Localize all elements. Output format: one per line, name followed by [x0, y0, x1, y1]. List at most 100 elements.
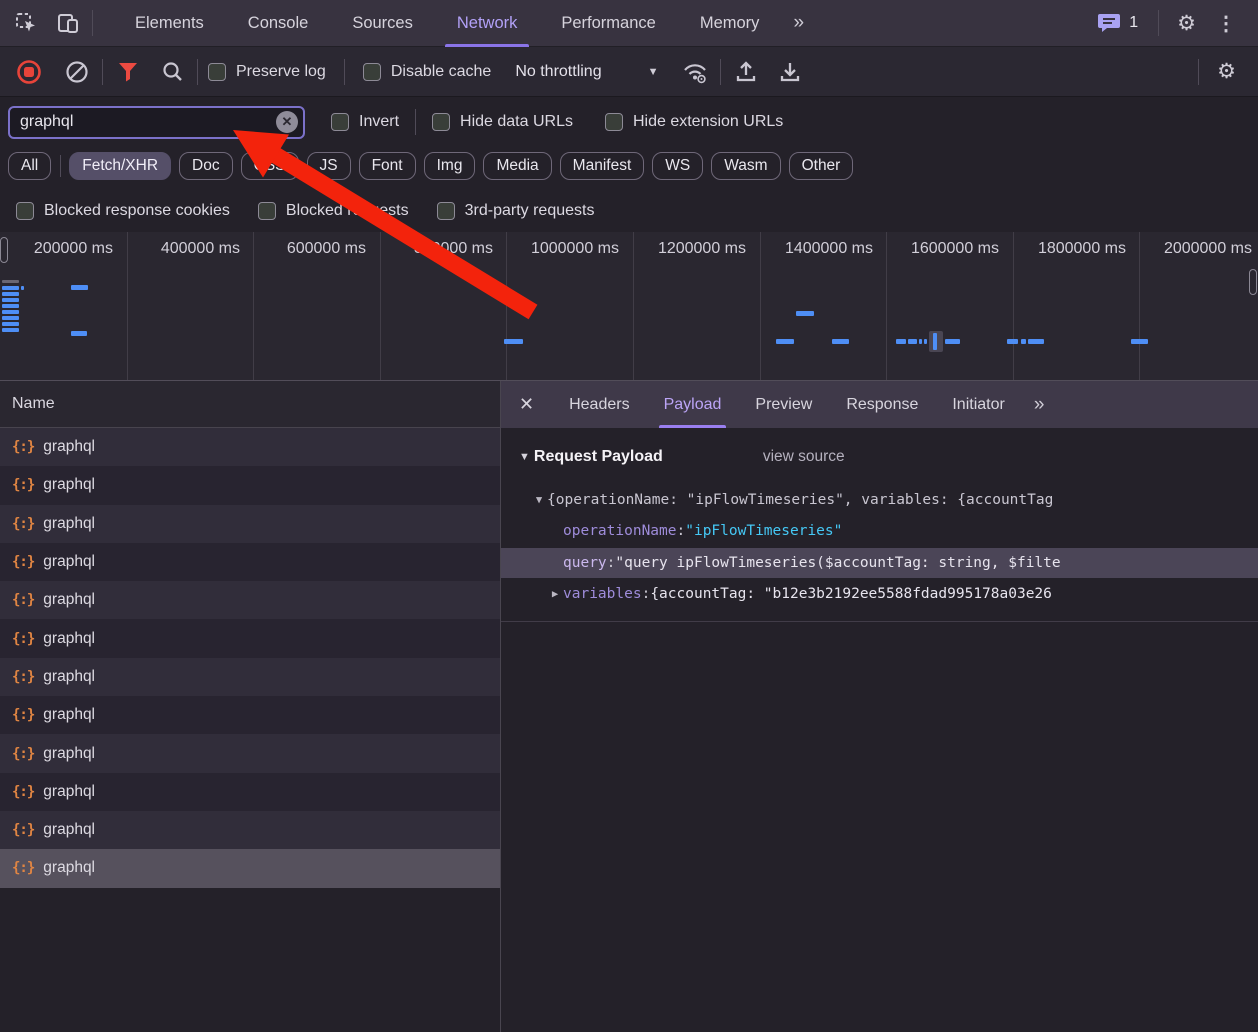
tab-network[interactable]: Network [435, 0, 540, 47]
overview-grip-right[interactable] [1249, 269, 1257, 295]
chip-wasm[interactable]: Wasm [711, 152, 780, 180]
waterfall-bar[interactable] [2, 286, 19, 290]
waterfall-bar[interactable] [1028, 339, 1044, 344]
request-row[interactable]: {:}graphql [0, 466, 500, 504]
waterfall-bar[interactable] [1131, 339, 1148, 344]
blocked-response-cookies-group[interactable]: Blocked response cookies [16, 202, 230, 220]
request-row[interactable]: {:}graphql [0, 581, 500, 619]
waterfall-bar[interactable] [2, 298, 19, 302]
preserve-log-checkbox-group[interactable]: Preserve log [208, 63, 326, 81]
detail-tab-initiator[interactable]: Initiator [935, 381, 1021, 428]
hide-extension-urls-checkbox[interactable] [605, 113, 623, 131]
tab-elements[interactable]: Elements [113, 0, 226, 47]
3rd-party-requests-group[interactable]: 3rd-party requests [437, 202, 595, 220]
inspect-element-icon[interactable] [12, 9, 40, 37]
waterfall-bar[interactable] [21, 286, 24, 290]
clear-network-log-icon[interactable] [62, 57, 92, 87]
expand-triangle-icon[interactable]: ▶ [547, 588, 563, 600]
chip-font[interactable]: Font [359, 152, 416, 180]
filter-funnel-icon[interactable] [113, 57, 143, 87]
request-row[interactable]: {:}graphql [0, 505, 500, 543]
tab-memory[interactable]: Memory [678, 0, 782, 47]
record-network-log-icon[interactable] [14, 57, 44, 87]
detail-tab-preview[interactable]: Preview [738, 381, 829, 428]
waterfall-bar[interactable] [71, 331, 87, 336]
network-conditions-icon[interactable] [680, 57, 710, 87]
chip-js[interactable]: JS [307, 152, 351, 180]
name-column-header[interactable]: Name [0, 381, 500, 428]
waterfall-bar[interactable] [2, 322, 19, 326]
waterfall-bar[interactable] [71, 285, 88, 290]
invert-checkbox[interactable] [331, 113, 349, 131]
chip-other[interactable]: Other [789, 152, 854, 180]
disable-cache-checkbox-group[interactable]: Disable cache [363, 63, 492, 81]
detail-tab-payload[interactable]: Payload [647, 381, 739, 428]
waterfall-bar[interactable] [2, 304, 19, 308]
preserve-log-checkbox[interactable] [208, 63, 226, 81]
collapse-triangle-icon[interactable]: ▼ [519, 451, 530, 463]
waterfall-bar[interactable] [933, 333, 937, 350]
tab-sources[interactable]: Sources [330, 0, 435, 47]
waterfall-bar[interactable] [896, 339, 906, 344]
request-row[interactable]: {:}graphql [0, 619, 500, 657]
request-row[interactable]: {:}graphql [0, 849, 500, 887]
waterfall-bar[interactable] [796, 311, 814, 316]
payload-entry-operationname[interactable]: operationName: "ipFlowTimeseries" [501, 516, 1258, 546]
search-icon[interactable] [157, 57, 187, 87]
chip-media[interactable]: Media [483, 152, 551, 180]
detail-tab-headers[interactable]: Headers [552, 381, 646, 428]
waterfall-bar[interactable] [924, 339, 927, 344]
request-row[interactable]: {:}graphql [0, 734, 500, 772]
more-menu-icon[interactable]: ⋮ [1204, 11, 1248, 36]
waterfall-bar[interactable] [945, 339, 960, 344]
chip-doc[interactable]: Doc [179, 152, 233, 180]
more-tabs-icon[interactable]: » [781, 12, 816, 34]
waterfall-bar[interactable] [776, 339, 794, 344]
blocked-requests-checkbox[interactable] [258, 202, 276, 220]
waterfall-bar[interactable] [2, 292, 19, 296]
request-row[interactable]: {:}graphql [0, 811, 500, 849]
payload-entry-query[interactable]: query: "query ipFlowTimeseries($accountT… [501, 548, 1258, 578]
chip-all[interactable]: All [8, 152, 51, 180]
export-har-icon[interactable] [731, 57, 761, 87]
network-settings-gear-icon[interactable]: ⚙ [1209, 59, 1244, 84]
device-toolbar-icon[interactable] [54, 9, 82, 37]
view-source-link[interactable]: view source [763, 448, 845, 466]
chip-css[interactable]: CSS [241, 152, 299, 180]
hide-data-urls-group[interactable]: Hide data URLs [432, 113, 573, 131]
request-row[interactable]: {:}graphql [0, 773, 500, 811]
disable-cache-checkbox[interactable] [363, 63, 381, 81]
collapse-triangle-icon[interactable]: ▼ [531, 494, 547, 506]
blocked-requests-group[interactable]: Blocked requests [258, 202, 409, 220]
waterfall-bar[interactable] [919, 339, 922, 344]
3rd-party-requests-checkbox[interactable] [437, 202, 455, 220]
overview-grip-left[interactable] [0, 237, 8, 263]
messages-icon[interactable] [1095, 9, 1123, 37]
request-row[interactable]: {:}graphql [0, 428, 500, 466]
settings-gear-icon[interactable]: ⚙ [1169, 11, 1204, 36]
chip-manifest[interactable]: Manifest [560, 152, 645, 180]
tab-console[interactable]: Console [226, 0, 331, 47]
chip-img[interactable]: Img [424, 152, 476, 180]
waterfall-bar[interactable] [908, 339, 917, 344]
close-icon[interactable]: ✕ [501, 381, 552, 428]
chip-fetch-xhr[interactable]: Fetch/XHR [69, 152, 171, 180]
waterfall-bar[interactable] [504, 339, 523, 344]
waterfall-bar[interactable] [1021, 339, 1026, 344]
filter-input[interactable] [8, 106, 305, 139]
waterfall-bar[interactable] [2, 280, 19, 283]
hide-extension-urls-group[interactable]: Hide extension URLs [605, 113, 783, 131]
payload-entry-variables[interactable]: ▶variables: {accountTag: "b12e3b2192ee55… [501, 579, 1258, 609]
waterfall-bar[interactable] [1007, 339, 1018, 344]
waterfall-bar[interactable] [832, 339, 849, 344]
invert-checkbox-group[interactable]: Invert [331, 113, 399, 131]
throttling-select[interactable]: No throttling ▼ [515, 63, 658, 81]
waterfall-bar[interactable] [2, 310, 19, 314]
hide-data-urls-checkbox[interactable] [432, 113, 450, 131]
request-row[interactable]: {:}graphql [0, 543, 500, 581]
request-row[interactable]: {:}graphql [0, 696, 500, 734]
waterfall-bar[interactable] [2, 328, 19, 332]
waterfall-bar[interactable] [2, 316, 19, 320]
payload-preview-line[interactable]: ▼ {operationName: "ipFlowTimeseries", va… [501, 485, 1258, 515]
chip-ws[interactable]: WS [652, 152, 703, 180]
